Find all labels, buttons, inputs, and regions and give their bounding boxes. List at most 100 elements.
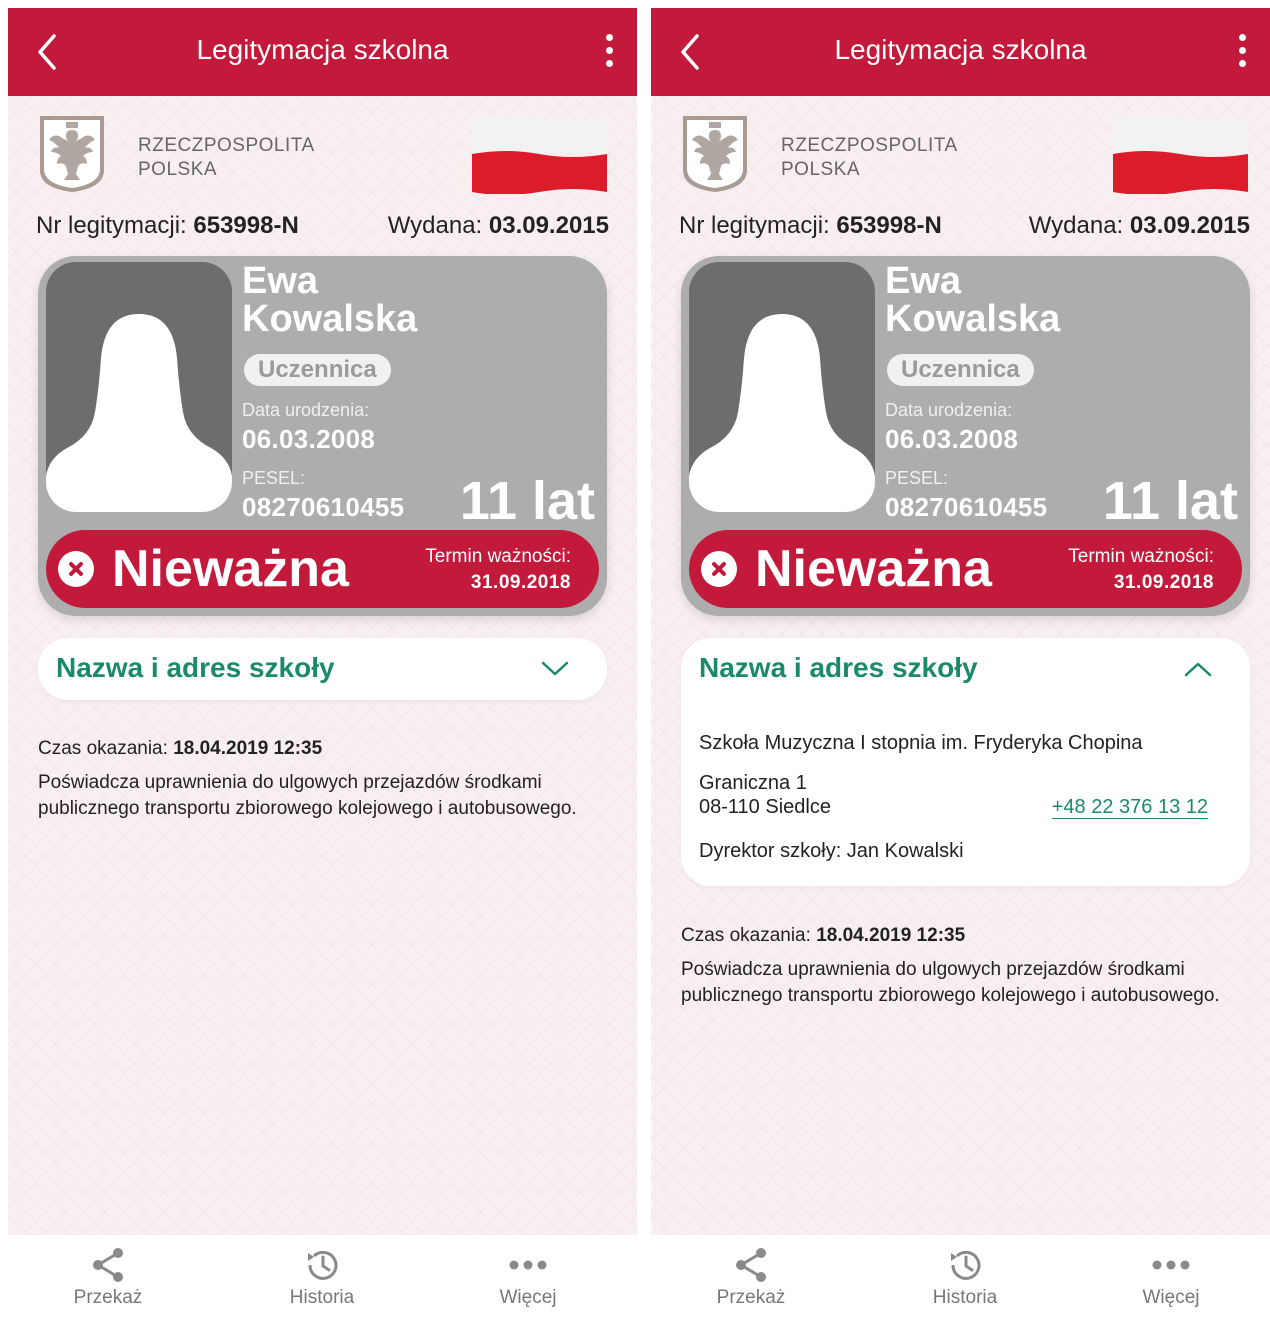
polish-flag-icon — [1113, 114, 1248, 195]
notice-block: Czas okazania: 18.04.2019 12:35 Poświadc… — [38, 736, 617, 822]
display-time-label: Czas okazania: — [681, 925, 811, 946]
school-director: Dyrektor szkoły: Jan Kowalski — [699, 840, 964, 862]
pesel-label: PESEL: — [885, 468, 949, 488]
display-time: Czas okazania: 18.04.2019 12:35 — [38, 736, 617, 762]
pesel-value: 08270610455 — [885, 492, 1048, 522]
last-name: Kowalska — [242, 298, 418, 340]
invalid-x-icon — [701, 551, 737, 587]
country-line-2: POLSKA — [781, 159, 861, 180]
nav-history-label: Historia — [932, 1287, 998, 1308]
notice-text: Poświadcza uprawnienia do ulgowych przej… — [681, 959, 1220, 1006]
history-icon — [945, 1245, 985, 1285]
photo-placeholder — [689, 262, 875, 512]
dob-label: Data urodzenia: — [885, 400, 1013, 420]
school-accordion[interactable]: Nazwa i adres szkoły Szkoła Muzyczna I s… — [681, 638, 1250, 886]
age-value: 11 lat — [1102, 471, 1238, 531]
display-time: Czas okazania: 18.04.2019 12:35 — [681, 923, 1250, 949]
role-badge: Uczennica — [244, 354, 391, 386]
polish-flag-icon — [472, 114, 607, 195]
age-value: 11 lat — [459, 471, 595, 531]
notice-block: Czas okazania: 18.04.2019 12:35 Poświadc… — [681, 923, 1250, 1009]
screen-expanded: Legitymacja szkolna RZECZPOSPOLITA POLSK… — [651, 8, 1270, 1319]
dob-value: 06.03.2008 — [242, 424, 376, 454]
document-info-row: Nr legitymacji: 653998-N Wydana: 03.09.2… — [36, 212, 609, 242]
school-accordion[interactable]: Nazwa i adres szkoły — [38, 638, 607, 700]
notice-text: Poświadcza uprawnienia do ulgowych przej… — [38, 772, 577, 819]
bottom-navigation: Przekaż Historia Więcej — [8, 1235, 637, 1319]
country-name: RZECZPOSPOLITA POLSKA — [781, 134, 958, 182]
nav-more-label: Więcej — [499, 1287, 557, 1308]
pesel-value: 08270610455 — [242, 492, 405, 522]
status-text: Nieważna — [755, 540, 992, 598]
screen-collapsed: Legitymacja szkolna RZECZPOSPOLITA POLSK… — [8, 8, 637, 1319]
issue-date: Wydana: 03.09.2015 — [388, 212, 609, 240]
chevron-down-icon[interactable] — [541, 660, 569, 678]
expiry-label: Termin ważności: — [1068, 546, 1214, 567]
nav-more[interactable]: Więcej — [468, 1245, 588, 1309]
back-arrow-icon[interactable] — [30, 32, 66, 72]
document-number: Nr legitymacji: 653998-N — [36, 212, 299, 240]
status-text: Nieważna — [112, 540, 349, 598]
school-phone-link[interactable]: +48 22 376 13 12 — [1051, 796, 1208, 819]
more-icon — [1151, 1245, 1191, 1285]
nav-history[interactable]: Historia — [262, 1245, 382, 1309]
document-info-row: Nr legitymacji: 653998-N Wydana: 03.09.2… — [679, 212, 1250, 242]
issue-date-label: Wydana: — [387, 212, 483, 239]
nav-history-label: Historia — [289, 1287, 355, 1308]
polish-eagle-emblem-icon — [681, 114, 749, 194]
country-name: RZECZPOSPOLITA POLSKA — [138, 134, 315, 182]
document-number-label: Nr legitymacji: — [679, 212, 830, 239]
student-id-card: Ewa Kowalska Uczennica Data urodzenia: 0… — [681, 256, 1250, 616]
validity-status-bar: Nieważna Termin ważności: 31.09.2018 — [46, 530, 599, 608]
invalid-x-icon — [58, 551, 94, 587]
expiry-date: 31.09.2018 — [1113, 572, 1214, 593]
dob-value: 06.03.2008 — [885, 424, 1019, 454]
share-icon — [731, 1245, 771, 1285]
role-badge: Uczennica — [887, 354, 1034, 386]
page-title: Legitymacja szkolna — [834, 34, 1087, 65]
pesel-label: PESEL: — [242, 468, 306, 488]
display-time-label: Czas okazania: — [38, 738, 168, 759]
display-time-value: 18.04.2019 12:35 — [173, 738, 323, 759]
school-street: Graniczna 1 — [699, 772, 807, 794]
student-id-card: Ewa Kowalska Uczennica Data urodzenia: 0… — [38, 256, 607, 616]
validity-status-bar: Nieważna Termin ważności: 31.09.2018 — [689, 530, 1242, 608]
document-number: Nr legitymacji: 653998-N — [679, 212, 942, 240]
nav-more[interactable]: Więcej — [1111, 1245, 1231, 1309]
issue-date-value: 03.09.2015 — [488, 212, 609, 239]
country-line-1: RZECZPOSPOLITA — [138, 135, 315, 156]
overflow-menu-icon[interactable] — [1232, 34, 1252, 74]
nav-share-label: Przekaż — [716, 1287, 786, 1308]
school-name: Szkoła Muzyczna I stopnia im. Fryderyka … — [699, 732, 1143, 754]
share-icon — [88, 1245, 128, 1285]
nav-history[interactable]: Historia — [905, 1245, 1025, 1309]
issue-date: Wydana: 03.09.2015 — [1029, 212, 1250, 240]
polish-eagle-emblem-icon — [38, 114, 106, 194]
first-name: Ewa — [242, 260, 319, 302]
student-name: Ewa Kowalska — [242, 262, 417, 338]
document-number-value: 653998-N — [193, 212, 299, 239]
school-accordion-title: Nazwa i adres szkoły — [56, 652, 335, 683]
person-silhouette-icon — [46, 314, 232, 512]
country-line-2: POLSKA — [138, 159, 218, 180]
photo-placeholder — [46, 262, 232, 512]
top-app-bar: Legitymacja szkolna — [651, 8, 1270, 96]
chevron-up-icon[interactable] — [1184, 660, 1212, 678]
issue-date-value: 03.09.2015 — [1129, 212, 1250, 239]
history-icon — [302, 1245, 342, 1285]
page-title: Legitymacja szkolna — [196, 34, 449, 65]
more-icon — [508, 1245, 548, 1285]
nav-share[interactable]: Przekaż — [48, 1245, 168, 1309]
nav-more-label: Więcej — [1142, 1287, 1200, 1308]
nav-share-label: Przekaż — [73, 1287, 143, 1308]
top-app-bar: Legitymacja szkolna — [8, 8, 637, 96]
document-number-label: Nr legitymacji: — [36, 212, 187, 239]
dob-label: Data urodzenia: — [242, 400, 370, 420]
issue-date-label: Wydana: — [1028, 212, 1124, 239]
student-name: Ewa Kowalska — [885, 262, 1060, 338]
nav-share[interactable]: Przekaż — [691, 1245, 811, 1309]
overflow-menu-icon[interactable] — [599, 34, 619, 74]
document-number-value: 653998-N — [836, 212, 942, 239]
expiry-label: Termin ważności: — [425, 546, 571, 567]
back-arrow-icon[interactable] — [673, 32, 709, 72]
